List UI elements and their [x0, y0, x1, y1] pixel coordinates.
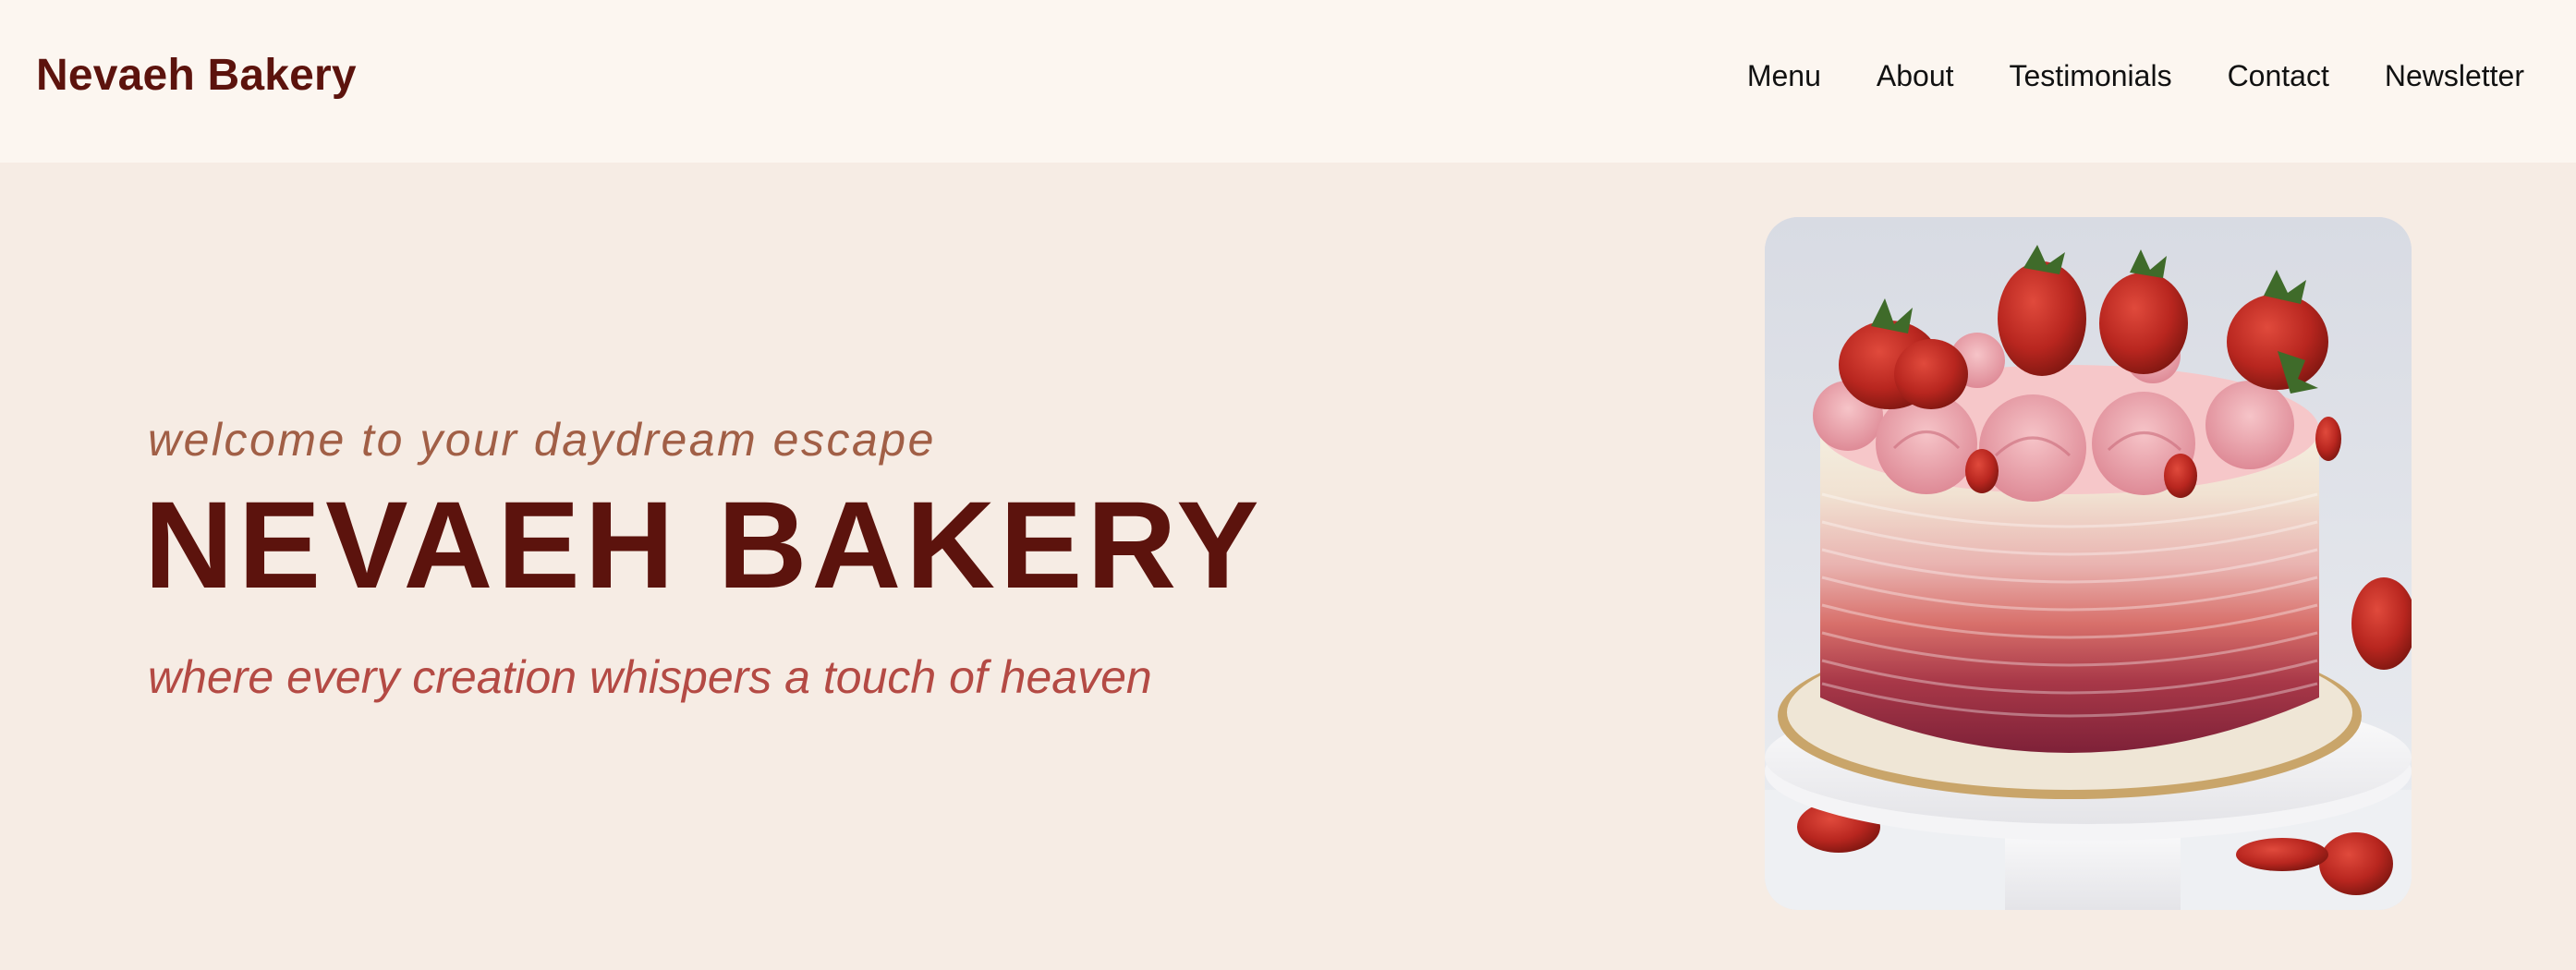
- brand-logo[interactable]: Nevaeh Bakery: [36, 50, 357, 101]
- nav-menu[interactable]: Menu: [1747, 59, 1821, 93]
- nav-newsletter[interactable]: Newsletter: [2385, 59, 2524, 93]
- hero-tagline: welcome to your daydream escape: [148, 414, 936, 466]
- nav-contact[interactable]: Contact: [2228, 59, 2329, 93]
- strawberry-cake-illustration: [1765, 217, 2412, 910]
- hero-title: NEVAEH BAKERY: [144, 477, 1264, 614]
- cake-image: [1765, 217, 2412, 910]
- nav-testimonials[interactable]: Testimonials: [2010, 59, 2172, 93]
- hero-subtitle: where every creation whispers a touch of…: [148, 651, 1152, 703]
- main-nav: Menu About Testimonials Contact Newslett…: [1747, 59, 2524, 93]
- nav-about[interactable]: About: [1877, 59, 1954, 93]
- site-header: Nevaeh Bakery Menu About Testimonials Co…: [0, 0, 2576, 163]
